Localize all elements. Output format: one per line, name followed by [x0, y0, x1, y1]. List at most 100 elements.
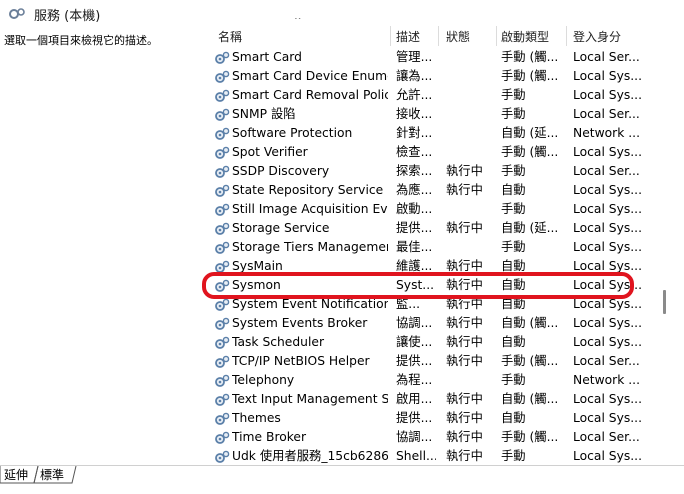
column-header-startup-type[interactable]: 啟動類型: [501, 28, 549, 45]
table-row[interactable]: Udk 使用者服務_15cb6286 Shell... 執行中 手動 Local Sys…: [200, 447, 660, 466]
table-row[interactable]: Themes 提供... 執行中 自動 Local Sys...: [200, 409, 660, 428]
service-name: Smart Card Removal Policy: [232, 88, 388, 102]
service-description: 啟動...: [396, 202, 433, 216]
service-startup-type: 自動: [501, 335, 526, 349]
service-gear-icon: [215, 127, 230, 140]
service-startup-type: 自動 (延...: [501, 126, 559, 140]
service-gear-icon: [215, 450, 230, 463]
service-startup-type: 手動: [501, 449, 526, 463]
service-description: 檢查...: [396, 145, 433, 159]
service-gear-icon: [215, 70, 230, 83]
table-row[interactable]: Text Input Management S... 啟用... 執行中 自動 (觸.…: [200, 390, 660, 409]
service-name: SNMP 設陷: [232, 107, 296, 121]
service-status: 執行中: [446, 183, 483, 197]
table-row[interactable]: SNMP 設陷 接收... 手動 Local Ser...: [200, 105, 660, 124]
service-description: 允許...: [396, 88, 433, 102]
service-name: Spot Verifier: [232, 145, 308, 159]
service-description: 針對...: [396, 126, 433, 140]
service-startup-type: 自動: [501, 411, 526, 425]
service-name: SSDP Discovery: [232, 164, 330, 178]
service-startup-type: 自動 (觸...: [501, 392, 559, 406]
table-row[interactable]: Telephony 為程... 手動 Network ...: [200, 371, 660, 390]
service-logon-as: Local Sys...: [573, 221, 642, 235]
service-name: Smart Card Device Enume...: [232, 69, 388, 83]
service-logon-as: Local Sys...: [573, 240, 642, 254]
left-pane-description: 選取一個項目來檢視它的描述。: [4, 34, 158, 47]
service-description: 讓使...: [396, 335, 433, 349]
column-header-name[interactable]: 名稱: [218, 28, 242, 45]
service-name: TCP/IP NetBIOS Helper: [232, 354, 370, 368]
service-name: Text Input Management S...: [232, 392, 388, 406]
service-gear-icon: [215, 165, 230, 178]
services-gear-icon: [9, 8, 25, 19]
table-row[interactable]: Task Scheduler 讓使... 執行中 自動 Local Sys...: [200, 333, 660, 352]
table-row[interactable]: Time Broker 協調... 執行中 手動 (觸... Local Ser...: [200, 428, 660, 447]
tab-standard[interactable]: 標準: [36, 466, 68, 484]
column-header-description[interactable]: 描述: [396, 28, 420, 45]
vertical-scrollbar-thumb[interactable]: [663, 290, 666, 314]
table-row[interactable]: TCP/IP NetBIOS Helper 提供... 執行中 手動 (觸... Loc…: [200, 352, 660, 371]
table-row[interactable]: State Repository Service 為應... 執行中 自動 Local …: [200, 181, 660, 200]
service-gear-icon: [215, 184, 230, 197]
service-startup-type: 手動: [501, 107, 526, 121]
table-row[interactable]: Still Image Acquisition Eve... 啟動... 手動 Loc…: [200, 200, 660, 219]
table-row[interactable]: Smart Card 管理... 手動 (觸... Local Ser...: [200, 48, 660, 67]
service-status: 執行中: [446, 354, 483, 368]
service-description: 為應...: [396, 183, 433, 197]
service-name: Still Image Acquisition Eve...: [232, 202, 388, 216]
view-tabs: 延伸 標準: [0, 465, 684, 494]
table-row[interactable]: Storage Tiers Management 最佳... 手動 Local Sys…: [200, 238, 660, 257]
service-name: Storage Tiers Management: [232, 240, 388, 254]
service-description: 接收...: [396, 107, 433, 121]
service-name: Telephony: [232, 373, 295, 387]
service-logon-as: Local Ser...: [573, 164, 640, 178]
service-gear-icon: [215, 241, 230, 254]
service-logon-as: Local Sys...: [573, 411, 642, 425]
service-logon-as: Local Sys...: [573, 69, 642, 83]
service-description: 最佳...: [396, 240, 433, 254]
table-row[interactable]: SSDP Discovery 探索... 執行中 手動 Local Ser...: [200, 162, 660, 181]
service-logon-as: Local Sys...: [573, 335, 642, 349]
service-name: Udk 使用者服務_15cb6286: [232, 449, 388, 463]
service-status: 執行中: [446, 411, 483, 425]
service-gear-icon: [215, 431, 230, 444]
service-gear-icon: [215, 374, 230, 387]
service-name: Time Broker: [232, 430, 307, 444]
service-description: 提供...: [396, 221, 433, 235]
tab-extended[interactable]: 延伸: [0, 466, 32, 484]
service-gear-icon: [215, 317, 230, 330]
sysmon-highlight-annotation: [202, 272, 634, 299]
service-logon-as: Local Sys...: [573, 145, 642, 159]
service-gear-icon: [215, 355, 230, 368]
service-description: Shell...: [396, 449, 436, 463]
service-gear-icon: [215, 203, 230, 216]
service-gear-icon: [215, 336, 230, 349]
column-header-status[interactable]: 狀態: [446, 28, 470, 45]
service-description: 為程...: [396, 373, 433, 387]
service-startup-type: 手動: [501, 202, 526, 216]
service-gear-icon: [215, 222, 230, 235]
service-name: Software Protection: [232, 126, 353, 140]
table-row[interactable]: Spot Verifier 檢查... 手動 (觸... Local Sys...: [200, 143, 660, 162]
service-description: 提供...: [396, 354, 433, 368]
table-row[interactable]: System Events Broker 協調... 執行中 自動 (觸... Loca…: [200, 314, 660, 333]
service-startup-type: 自動 (延...: [501, 221, 559, 235]
service-startup-type: 自動 (觸...: [501, 316, 559, 330]
service-name: System Events Broker: [232, 316, 368, 330]
table-row[interactable]: Smart Card Removal Policy 允許... 手動 Local Sy…: [200, 86, 660, 105]
table-row[interactable]: Software Protection 針對... 自動 (延... Network …: [200, 124, 660, 143]
service-startup-type: 手動: [501, 164, 526, 178]
service-startup-type: 手動: [501, 373, 526, 387]
service-logon-as: Local Sys...: [573, 316, 642, 330]
table-row[interactable]: Storage Service 提供... 執行中 自動 (延... Local Sys…: [200, 219, 660, 238]
service-startup-type: 手動: [501, 240, 526, 254]
column-header-logon[interactable]: 登入身分: [573, 28, 621, 45]
service-logon-as: Local Sys...: [573, 392, 642, 406]
table-header: ^ 名稱 描述 狀態 啟動類型 登入身分: [200, 18, 660, 46]
service-name: Task Scheduler: [232, 335, 325, 349]
service-startup-type: 手動 (觸...: [501, 354, 559, 368]
service-status: 執行中: [446, 430, 483, 444]
service-name: State Repository Service: [232, 183, 384, 197]
service-gear-icon: [215, 51, 230, 64]
table-row[interactable]: Smart Card Device Enume... 讓為... 手動 (觸... L…: [200, 67, 660, 86]
